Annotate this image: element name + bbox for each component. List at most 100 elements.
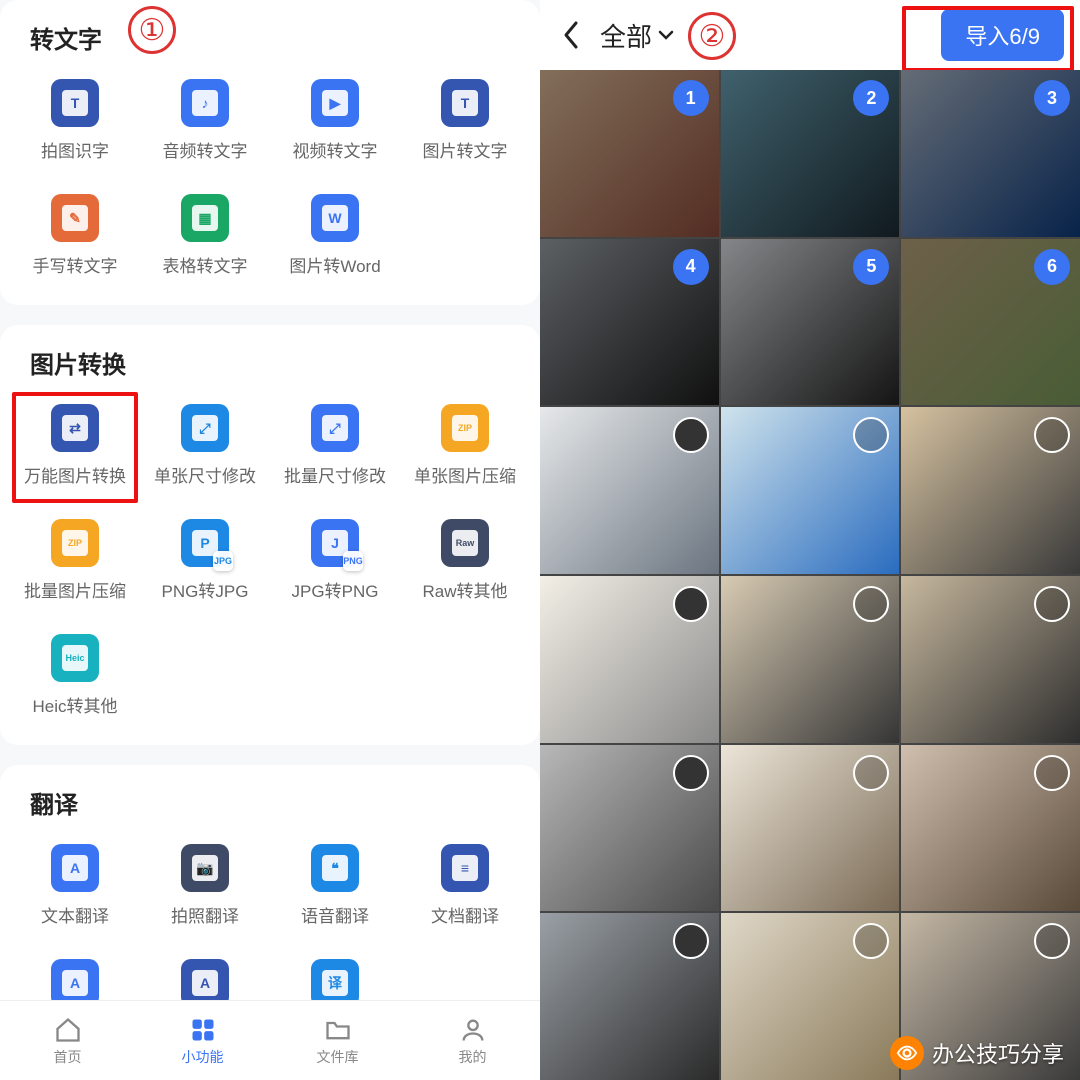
- photo-item[interactable]: [540, 745, 719, 912]
- nav-user[interactable]: 我的: [405, 1001, 540, 1080]
- tool-label: 图片转文字: [423, 137, 508, 162]
- tool-icon: ▦: [181, 194, 229, 242]
- tool-icon: ZIP: [441, 404, 489, 452]
- tool-label: 拍照翻译: [171, 902, 239, 927]
- tool-icon: JPNG: [311, 519, 359, 567]
- selection-number-badge: 5: [853, 249, 889, 285]
- user-icon: [458, 1015, 488, 1045]
- photo-item[interactable]: [901, 407, 1080, 574]
- photo-item[interactable]: [721, 576, 900, 743]
- tool-label: JPG转PNG: [292, 577, 379, 602]
- album-label: 全部: [600, 17, 652, 54]
- tool-label: 表格转文字: [163, 252, 248, 277]
- tool-icon: ⤢: [311, 404, 359, 452]
- album-selector[interactable]: 全部: [600, 17, 674, 54]
- tool-icon: T: [51, 79, 99, 127]
- tool-icon: ⤢: [181, 404, 229, 452]
- photo-item[interactable]: 6: [901, 239, 1080, 406]
- tool-icon: ✎: [51, 194, 99, 242]
- photo-item[interactable]: [540, 407, 719, 574]
- tool-item[interactable]: ≡ 文档翻译: [400, 830, 530, 945]
- photo-picker-panel: 全部 导入6/9 ② 12 3 4 5 6: [540, 0, 1080, 1080]
- nav-home[interactable]: 首页: [0, 1001, 135, 1080]
- watermark: 办公技巧分享: [890, 1036, 1064, 1070]
- tool-label: 音频转文字: [163, 137, 248, 162]
- tool-item[interactable]: HeicHeic转其他: [10, 620, 140, 735]
- tool-item[interactable]: ♪音频转文字: [140, 65, 270, 180]
- tool-item[interactable]: W图片转Word: [270, 180, 400, 295]
- photo-item[interactable]: [721, 407, 900, 574]
- photo-item[interactable]: [540, 913, 719, 1080]
- tool-item[interactable]: RawRaw转其他: [400, 505, 530, 620]
- tool-icon: ❝: [311, 844, 359, 892]
- selection-empty-badge: [1034, 586, 1070, 622]
- photo-item[interactable]: [901, 576, 1080, 743]
- tool-icon: ZIP: [51, 519, 99, 567]
- tool-icon: ⇄: [51, 404, 99, 452]
- watermark-logo-icon: [890, 1036, 924, 1070]
- photo-item[interactable]: 2: [721, 70, 900, 237]
- tool-label: 图片转Word: [289, 252, 380, 277]
- tool-item[interactable]: ✎ 手写转文字: [10, 180, 140, 295]
- tool-item[interactable]: ZIP 单张图片压缩: [400, 390, 530, 505]
- photo-item[interactable]: [540, 576, 719, 743]
- tool-item[interactable]: ZIP批量图片压缩: [10, 505, 140, 620]
- photo-item[interactable]: 3: [901, 70, 1080, 237]
- nav-label: 小功能: [182, 1047, 224, 1067]
- photo-item[interactable]: [721, 745, 900, 912]
- tool-item[interactable]: T 拍图识字: [10, 65, 140, 180]
- home-icon: [53, 1015, 83, 1045]
- nav-folder[interactable]: 文件库: [270, 1001, 405, 1080]
- nav-grid[interactable]: 小功能: [135, 1001, 270, 1080]
- tool-item[interactable]: ❝语音翻译: [270, 830, 400, 945]
- tool-label: 拍图识字: [41, 137, 109, 162]
- tool-label: 万能图片转换: [24, 462, 126, 487]
- annotation-step-2: ②: [688, 12, 736, 60]
- nav-label: 首页: [54, 1047, 82, 1067]
- photo-item[interactable]: 5: [721, 239, 900, 406]
- tool-item[interactable]: ▦ 表格转文字: [140, 180, 270, 295]
- import-button[interactable]: 导入6/9: [941, 9, 1064, 61]
- tool-item[interactable]: ⤢批量尺寸修改: [270, 390, 400, 505]
- tool-icon: A: [51, 844, 99, 892]
- tool-label: 文档翻译: [431, 902, 499, 927]
- photo-grid: 12 3 4 5 6: [540, 70, 1080, 1080]
- tool-label: 文本翻译: [41, 902, 109, 927]
- selection-number-badge: 3: [1034, 80, 1070, 116]
- tool-item[interactable]: T 图片转文字: [400, 65, 530, 180]
- photo-item[interactable]: 1: [540, 70, 719, 237]
- chevron-down-icon: [658, 30, 674, 40]
- tool-label: Heic转其他: [32, 692, 117, 717]
- photo-item[interactable]: 4: [540, 239, 719, 406]
- tool-icon: T: [441, 79, 489, 127]
- grid-icon: [188, 1015, 218, 1045]
- back-button[interactable]: [556, 15, 586, 55]
- tool-label: 单张尺寸修改: [154, 462, 256, 487]
- tool-label: PNG转JPG: [162, 577, 249, 602]
- section: 转文字T拍图识字♪音频转文字▶视频转文字T图片转文字✎手写转文字▦表格转文字W图…: [0, 0, 540, 305]
- selection-empty-badge: [673, 586, 709, 622]
- tool-item[interactable]: JPNG JPG转PNG: [270, 505, 400, 620]
- folder-icon: [323, 1015, 353, 1045]
- tool-label: 手写转文字: [33, 252, 118, 277]
- tool-item[interactable]: ⤢ 单张尺寸修改: [140, 390, 270, 505]
- tool-icon: ≡: [441, 844, 489, 892]
- tool-item[interactable]: ⇄ 万能图片转换: [10, 390, 140, 505]
- photo-item[interactable]: [901, 745, 1080, 912]
- photo-item[interactable]: [721, 913, 900, 1080]
- tool-item[interactable]: ▶视频转文字: [270, 65, 400, 180]
- tool-label: 视频转文字: [293, 137, 378, 162]
- tool-item[interactable]: 📷 拍照翻译: [140, 830, 270, 945]
- tool-icon: 📷: [181, 844, 229, 892]
- section: 图片转换⇄万能图片转换⤢单张尺寸修改⤢批量尺寸修改ZIP单张图片压缩ZIP批量图…: [0, 325, 540, 745]
- section-title: 翻译: [0, 785, 540, 830]
- selection-number-badge: 6: [1034, 249, 1070, 285]
- watermark-text: 办公技巧分享: [932, 1037, 1064, 1069]
- tool-label: 单张图片压缩: [414, 462, 516, 487]
- nav-label: 我的: [459, 1047, 487, 1067]
- app-tools-panel: 转文字T拍图识字♪音频转文字▶视频转文字T图片转文字✎手写转文字▦表格转文字W图…: [0, 0, 540, 1080]
- tool-item[interactable]: PJPGPNG转JPG: [140, 505, 270, 620]
- selection-empty-badge: [673, 923, 709, 959]
- tool-item[interactable]: A 文本翻译: [10, 830, 140, 945]
- tool-icon: Raw: [441, 519, 489, 567]
